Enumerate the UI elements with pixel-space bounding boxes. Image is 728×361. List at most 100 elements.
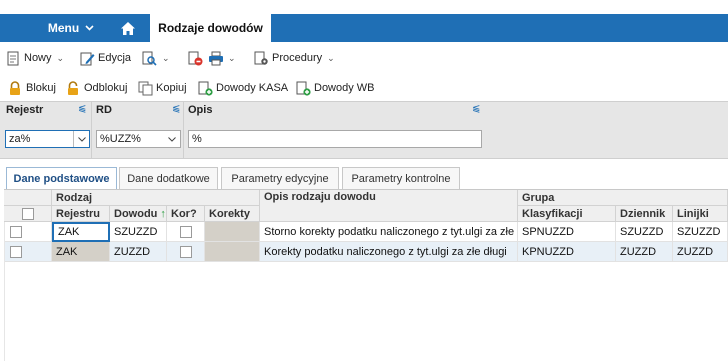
document-add-icon bbox=[296, 81, 311, 96]
lock-icon bbox=[8, 80, 23, 96]
header-group-rodzaj: Rodzaj bbox=[52, 190, 260, 206]
cell-rejestr[interactable]: ZAK bbox=[52, 222, 110, 242]
cell-linijki[interactable]: SZUZZD bbox=[673, 222, 728, 242]
copy-label: Kopiuj bbox=[156, 82, 187, 94]
row-select[interactable] bbox=[4, 242, 52, 262]
header-rejestru[interactable]: Rejestru bbox=[52, 206, 110, 222]
dowody-kasa-button[interactable]: Dowody KASA bbox=[198, 77, 288, 99]
header-linijki[interactable]: Linijki bbox=[673, 206, 728, 222]
sort-icon[interactable]: ⫹ bbox=[78, 103, 86, 114]
header-dowodu[interactable]: Dowodu ↑ bbox=[110, 206, 167, 222]
document-add-icon bbox=[198, 81, 213, 96]
cell-korekty bbox=[205, 242, 260, 262]
chevron-down-icon: ⌄ bbox=[56, 52, 65, 63]
new-button[interactable]: Nowy ⌄ bbox=[6, 47, 64, 69]
row-select[interactable] bbox=[4, 222, 52, 242]
copy-button[interactable]: Kopiuj bbox=[138, 77, 187, 99]
delete-button[interactable] bbox=[188, 47, 203, 69]
filter-label-opis: Opis bbox=[188, 104, 213, 116]
header-korekty[interactable]: Korekty bbox=[205, 206, 260, 222]
select-all-checkbox[interactable] bbox=[21, 207, 34, 220]
cell-dziennik[interactable]: SZUZZD bbox=[616, 222, 673, 242]
tab-rodzaje-dowodow[interactable]: Rodzaje dowodów bbox=[150, 14, 271, 42]
header-dziennik[interactable]: Dziennik bbox=[616, 206, 673, 222]
header-kor[interactable]: Kor? bbox=[167, 206, 205, 222]
chevron-down-icon: ⌄ bbox=[228, 52, 236, 63]
print-button[interactable]: ⌄ bbox=[208, 47, 236, 69]
top-bar-fill bbox=[271, 14, 728, 42]
tab-parametry-edycyjne[interactable]: Parametry edycyjne bbox=[221, 167, 339, 189]
cell-klasyfikacja[interactable]: KPNUZZD bbox=[518, 242, 616, 262]
filter-divider bbox=[91, 101, 92, 159]
opis-filter-input[interactable]: % bbox=[188, 130, 482, 148]
dowody-wb-label: Dowody WB bbox=[314, 82, 375, 94]
cell-dziennik[interactable]: ZUZZD bbox=[616, 242, 673, 262]
cell-opis[interactable]: Korekty podatku naliczonego z tyt.ulgi z… bbox=[260, 242, 518, 262]
cell-korekty bbox=[205, 222, 260, 242]
header-select-all[interactable] bbox=[4, 206, 52, 222]
menu-button[interactable]: Menu bbox=[36, 14, 106, 42]
cell-dowod[interactable]: SZUZZD bbox=[110, 222, 167, 242]
grid-left-border bbox=[4, 222, 5, 361]
lock-label: Blokuj bbox=[26, 82, 56, 94]
edit-icon bbox=[80, 51, 95, 66]
search-button[interactable]: ⌄ bbox=[142, 47, 170, 69]
cell-klasyfikacja[interactable]: SPNUZZD bbox=[518, 222, 616, 242]
edit-button[interactable]: Edycja bbox=[80, 47, 131, 69]
unlock-icon bbox=[66, 80, 81, 96]
header-group-grupa: Grupa bbox=[518, 190, 728, 206]
rd-filter-select[interactable]: %UZZ% bbox=[96, 130, 181, 148]
tab-dane-podstawowe[interactable]: Dane podstawowe bbox=[6, 167, 117, 190]
rejestr-filter-value: za% bbox=[9, 133, 31, 145]
cell-rejestr[interactable]: ZAK bbox=[52, 242, 110, 262]
filter-label-rejestr: Rejestr bbox=[6, 104, 44, 116]
row-checkbox[interactable] bbox=[10, 225, 22, 238]
procedures-button[interactable]: Procedury ⌄ bbox=[254, 47, 335, 69]
header-opis-rodzaju[interactable]: Opis rodzaju dowodu bbox=[260, 190, 518, 222]
sort-icon[interactable]: ⫹ bbox=[172, 103, 180, 114]
copy-icon bbox=[138, 81, 153, 96]
delete-icon bbox=[188, 51, 203, 66]
cell-kor[interactable] bbox=[167, 222, 205, 242]
top-bar-left-fill bbox=[0, 14, 36, 42]
header-blank bbox=[4, 190, 52, 206]
cell-linijki[interactable]: ZUZZD bbox=[673, 242, 728, 262]
header-klasyfikacji[interactable]: Klasyfikacji bbox=[518, 206, 616, 222]
new-label: Nowy bbox=[24, 52, 52, 64]
data-grid: Rodzaj Opis rodzaju dowodu Grupa Rejestr… bbox=[4, 189, 728, 361]
rejestr-filter-select[interactable]: za% bbox=[5, 130, 90, 148]
cell-dowod[interactable]: ZUZZD bbox=[110, 242, 167, 262]
edit-label: Edycja bbox=[98, 52, 132, 64]
rd-filter-value: %UZZ% bbox=[100, 133, 141, 145]
header-dowodu-label: Dowodu bbox=[114, 207, 158, 220]
procedures-label: Procedury bbox=[272, 52, 323, 64]
cell-kor[interactable] bbox=[167, 242, 205, 262]
kor-checkbox[interactable] bbox=[179, 245, 192, 258]
chevron-down-icon[interactable] bbox=[164, 131, 180, 147]
menu-label: Menu bbox=[47, 21, 80, 35]
new-document-icon bbox=[6, 51, 21, 66]
chevron-down-icon: ⌄ bbox=[162, 52, 170, 63]
chevron-down-icon[interactable] bbox=[73, 131, 89, 147]
kor-checkbox[interactable] bbox=[179, 225, 192, 238]
printer-icon bbox=[208, 51, 223, 66]
chevron-down-icon: ⌄ bbox=[327, 52, 335, 63]
filter-label-rd: RD bbox=[96, 104, 112, 116]
dowody-wb-button[interactable]: Dowody WB bbox=[296, 77, 375, 99]
tab-dane-dodatkowe[interactable]: Dane dodatkowe bbox=[119, 167, 218, 189]
lock-button[interactable]: Blokuj bbox=[8, 77, 56, 99]
cell-opis[interactable]: Storno korekty podatku naliczonego z tyt… bbox=[260, 222, 518, 242]
dowody-kasa-label: Dowody KASA bbox=[216, 82, 289, 94]
unlock-button[interactable]: Odblokuj bbox=[66, 77, 127, 99]
row-checkbox[interactable] bbox=[10, 245, 22, 258]
chevron-down-icon bbox=[85, 25, 94, 31]
search-document-icon bbox=[142, 51, 157, 66]
filter-divider bbox=[183, 101, 184, 159]
unlock-label: Odblokuj bbox=[84, 82, 128, 94]
gear-document-icon bbox=[254, 51, 269, 66]
tab-parametry-kontrolne[interactable]: Parametry kontrolne bbox=[342, 167, 460, 189]
home-button[interactable] bbox=[110, 14, 146, 42]
sort-ascending-icon: ↑ bbox=[160, 207, 166, 220]
sort-icon[interactable]: ⫹ bbox=[472, 103, 480, 114]
opis-filter-value: % bbox=[192, 133, 202, 145]
